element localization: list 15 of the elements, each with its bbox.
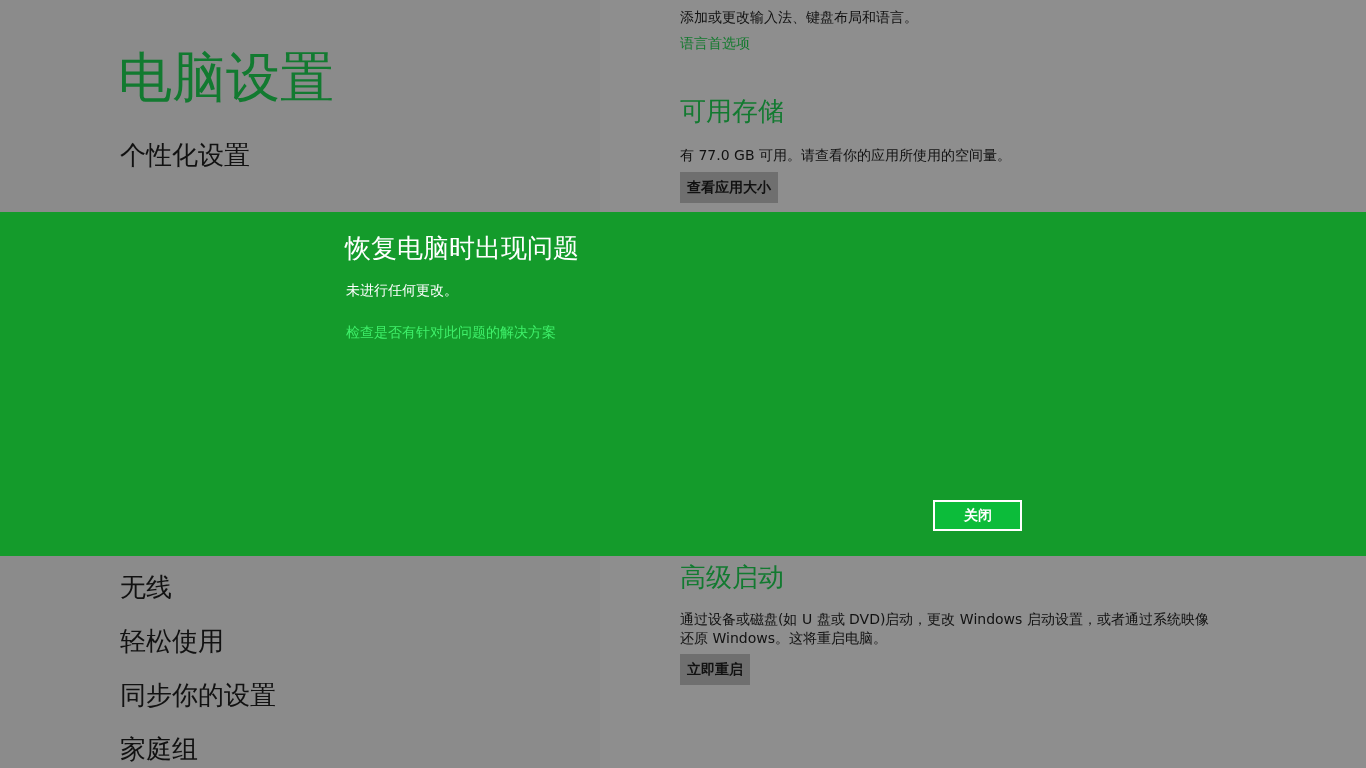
section-description: 通过设备或磁盘(如 U 盘或 DVD)启动，更改 Windows 启动设置，或者通过系统映像还原 Windows。这将重启电脑。: [680, 610, 1210, 648]
dialog-message: 未进行任何更改。: [346, 281, 458, 300]
section-button[interactable]: 立即重启: [680, 654, 750, 685]
nav-item[interactable]: 家庭组: [118, 722, 198, 768]
section-heading: 高级启动: [680, 561, 784, 594]
dialog-title: 恢复电脑时出现问题: [345, 232, 579, 265]
nav-item[interactable]: 同步你的设置: [118, 668, 276, 722]
nav-item[interactable]: 个性化设置: [118, 128, 250, 182]
section-description: 有 77.0 GB 可用。请查看你的应用所使用的空间量。: [680, 146, 1011, 165]
section-heading: 可用存储: [680, 95, 784, 128]
nav-item[interactable]: 无线: [118, 560, 172, 614]
section-description: 添加或更改输入法、键盘布局和语言。: [680, 8, 918, 27]
section-button[interactable]: 查看应用大小: [680, 172, 778, 203]
page-title: 电脑设置: [118, 50, 334, 106]
nav-item[interactable]: 轻松使用: [118, 614, 224, 668]
